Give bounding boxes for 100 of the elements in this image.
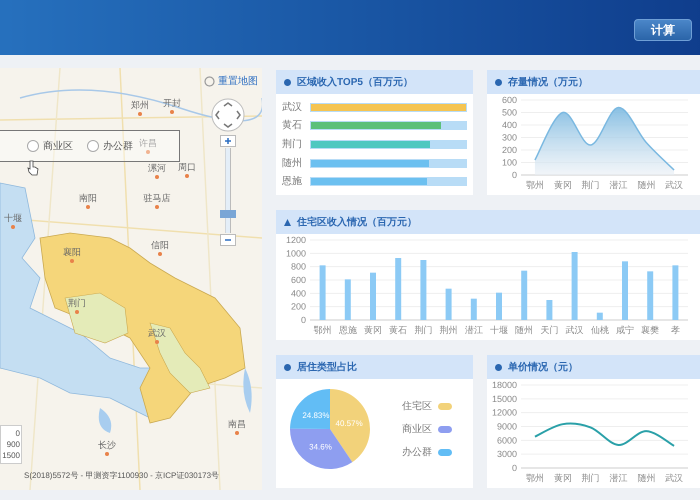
panel-title: 单价情况（元） (508, 360, 578, 374)
axis-label: 200 (502, 145, 517, 155)
axis-label: 武汉 (665, 180, 684, 190)
bar-label: 黄石 (282, 118, 303, 134)
bar (572, 252, 578, 320)
axis-label: 孝 (670, 325, 680, 335)
legend-label: 住宅区 (402, 400, 432, 414)
hand-cursor-icon (27, 160, 39, 176)
pan-control-icon[interactable] (211, 98, 245, 132)
bar (496, 292, 502, 320)
city-label: 周口 (178, 162, 196, 172)
bar (420, 260, 426, 320)
slice-label: 24.83% (302, 410, 330, 420)
legend-swatch (438, 426, 452, 432)
bar (672, 265, 678, 320)
dot-icon (495, 78, 502, 86)
panel-title: 区域收入TOP5（百万元） (297, 76, 413, 90)
bar (470, 298, 477, 320)
axis-label: 荆门 (582, 180, 600, 190)
axis-label: 随州 (637, 473, 656, 483)
axis-label: 随州 (515, 325, 534, 335)
axis-label: 1000 (286, 248, 306, 258)
zoom-handle[interactable] (220, 210, 236, 218)
axis-label: 600 (290, 275, 306, 285)
city-label: 南阳 (79, 193, 97, 203)
axis-label: 400 (502, 120, 517, 130)
filter-radio[interactable]: 商业区 (27, 138, 73, 154)
bar-label: 随州 (282, 156, 303, 171)
axis-label: 黄冈 (364, 325, 382, 335)
city-label: 荆门 (68, 298, 86, 308)
axis-label: 天门 (540, 325, 558, 335)
axis-label: 3000 (496, 449, 517, 460)
axis-label: 0 (512, 463, 517, 473)
legend-swatch (438, 402, 452, 410)
bar (647, 271, 654, 320)
axis-label: 黄冈 (554, 473, 572, 483)
reset-map-link[interactable]: 重置地图 (218, 74, 258, 89)
axis-label: 15000 (492, 394, 517, 404)
slice-label: 40.57% (336, 419, 363, 428)
city-label: 长沙 (98, 440, 116, 450)
axis-label: 仙桃 (590, 325, 609, 335)
axis-label: 鄂州 (526, 180, 544, 190)
axis-label: 400 (290, 288, 306, 298)
triangle-icon (284, 218, 291, 226)
refresh-icon (204, 76, 215, 87)
axis-label: 鄂州 (526, 473, 544, 483)
legend-label: 办公群 (402, 446, 432, 460)
axis-label: 18000 (492, 380, 517, 390)
axis-label: 恩施 (338, 325, 357, 335)
axis-label: 潜江 (464, 325, 483, 335)
city-label: 开封 (163, 98, 181, 108)
axis-label: 800 (290, 262, 306, 272)
axis-label: 600 (502, 95, 517, 105)
axis-label: 随州 (637, 180, 656, 190)
calculate-button[interactable]: 计算 (634, 18, 692, 40)
axis-label: 襄樊 (641, 325, 660, 335)
axis-label: 荆门 (582, 473, 600, 483)
bar (596, 312, 603, 320)
bar (622, 261, 628, 320)
legend-label: 商业区 (402, 422, 432, 436)
city-label: 郑州 (131, 100, 149, 110)
bar (446, 288, 452, 320)
city-label: 十堰 (4, 213, 22, 223)
axis-label: 咸宁 (616, 325, 634, 335)
legend-value: 0 (16, 428, 20, 439)
axis-label: 潜江 (609, 180, 628, 190)
city-label: 许昌 (139, 138, 157, 148)
city-label: 信阳 (151, 240, 169, 250)
bar (320, 265, 326, 320)
axis-label: 100 (502, 158, 517, 168)
axis-label: 荆州 (440, 325, 458, 335)
axis-label: 200 (290, 302, 306, 312)
legend-swatch (438, 448, 452, 456)
slice-label: 34.6% (309, 442, 332, 452)
filter-radio[interactable]: 办公群 (87, 138, 133, 154)
panel-title: 存量情况（万元） (508, 76, 588, 90)
zoom-out-icon[interactable] (220, 234, 236, 246)
city-label: 驻马店 (144, 193, 170, 203)
axis-label: 300 (502, 132, 517, 142)
panel-title: 住宅区收入情况（百万元） (297, 215, 417, 230)
axis-label: 十堰 (490, 325, 508, 335)
bar (370, 272, 376, 320)
bar (546, 300, 552, 320)
city-label: 南昌 (228, 419, 246, 429)
bar-label: 恩施 (282, 174, 303, 190)
axis-label: 0 (300, 315, 306, 325)
axis-label: 武汉 (566, 325, 584, 335)
axis-label: 武汉 (665, 473, 684, 483)
dot-icon (284, 78, 291, 86)
city-label: 襄阳 (63, 247, 81, 257)
axis-label: 0 (512, 170, 517, 180)
axis-label: 9000 (496, 422, 517, 432)
zoom-in-icon[interactable] (220, 135, 236, 147)
axis-label: 12000 (492, 408, 517, 418)
axis-label: 潜江 (609, 473, 628, 483)
bar (344, 279, 351, 320)
bar-label: 荆门 (282, 138, 303, 152)
legend-value: 900 (6, 439, 20, 450)
city-label: 武汉 (148, 328, 166, 338)
axis-label: 鄂州 (314, 325, 332, 335)
